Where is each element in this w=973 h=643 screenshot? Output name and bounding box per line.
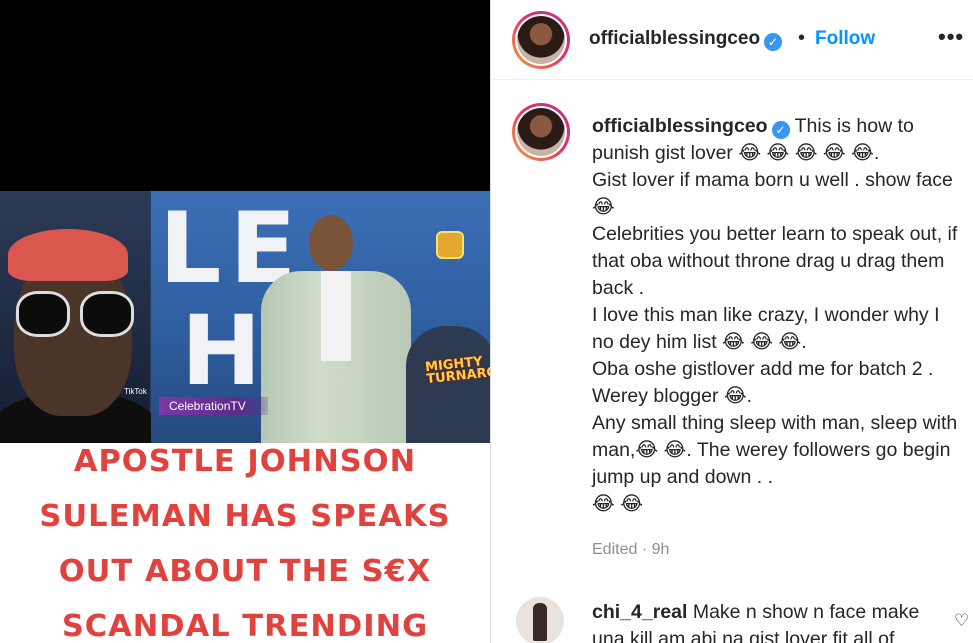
headline-line: SCANDAL TRENDING bbox=[61, 609, 429, 643]
post-side-panel: officialblessingceo ✓ • Follow ••• offici… bbox=[490, 0, 973, 643]
comment-item: chi_4_real Make n show n face make una k… bbox=[592, 599, 942, 643]
post-header: officialblessingceo ✓ • Follow ••• bbox=[491, 0, 973, 80]
post-caption: officialblessingceo ✓ This is how to puni… bbox=[592, 113, 962, 518]
separator-dot: • bbox=[798, 27, 806, 49]
comment-username[interactable]: chi_4_real bbox=[592, 601, 687, 623]
follow-button[interactable]: Follow bbox=[815, 28, 875, 50]
header-username[interactable]: officialblessingceo bbox=[589, 28, 760, 49]
avatar[interactable] bbox=[512, 11, 570, 69]
bandana bbox=[8, 229, 128, 281]
reaction-camera: TikTok bbox=[0, 191, 160, 443]
more-options-icon[interactable]: ••• bbox=[938, 24, 964, 50]
event-logo: MIGHTY TURNAROUND bbox=[424, 354, 490, 388]
channel-badge-icon bbox=[438, 233, 462, 257]
speaker-figure bbox=[261, 215, 411, 443]
headline-line: APOSTLE JOHNSON bbox=[73, 444, 417, 479]
stage-backdrop-letters-lower: H bbox=[181, 295, 262, 407]
video-letterbox bbox=[0, 0, 490, 191]
verified-badge-icon: ✓ bbox=[764, 33, 783, 51]
edited-timestamp[interactable]: Edited · 9h bbox=[592, 541, 669, 559]
comment-avatar[interactable] bbox=[516, 597, 564, 643]
headline-line: OUT ABOUT THE S€X bbox=[58, 554, 432, 589]
video-watermark: CelebrationTV bbox=[159, 397, 268, 415]
video-frame[interactable]: TikTok LE H MIGHTY TURNAROUND Celebratio… bbox=[0, 191, 490, 443]
tiktok-logo-icon: TikTok bbox=[124, 387, 147, 396]
headline-line: SULEMAN HAS SPEAKS bbox=[39, 499, 451, 534]
caption-avatar[interactable] bbox=[512, 103, 570, 161]
like-comment-heart-icon[interactable]: ♡ bbox=[954, 611, 969, 631]
caption-text: This is how to punish gist lover 😂 😂 😂 😂… bbox=[592, 115, 958, 515]
post-media[interactable]: TikTok LE H MIGHTY TURNAROUND Celebratio… bbox=[0, 0, 490, 643]
verified-badge-icon: ✓ bbox=[771, 121, 790, 139]
sunglasses bbox=[16, 291, 134, 337]
headline-text: APOSTLE JOHNSON SULEMAN HAS SPEAKS OUT A… bbox=[0, 443, 490, 643]
caption-username[interactable]: officialblessingceo bbox=[592, 115, 768, 137]
